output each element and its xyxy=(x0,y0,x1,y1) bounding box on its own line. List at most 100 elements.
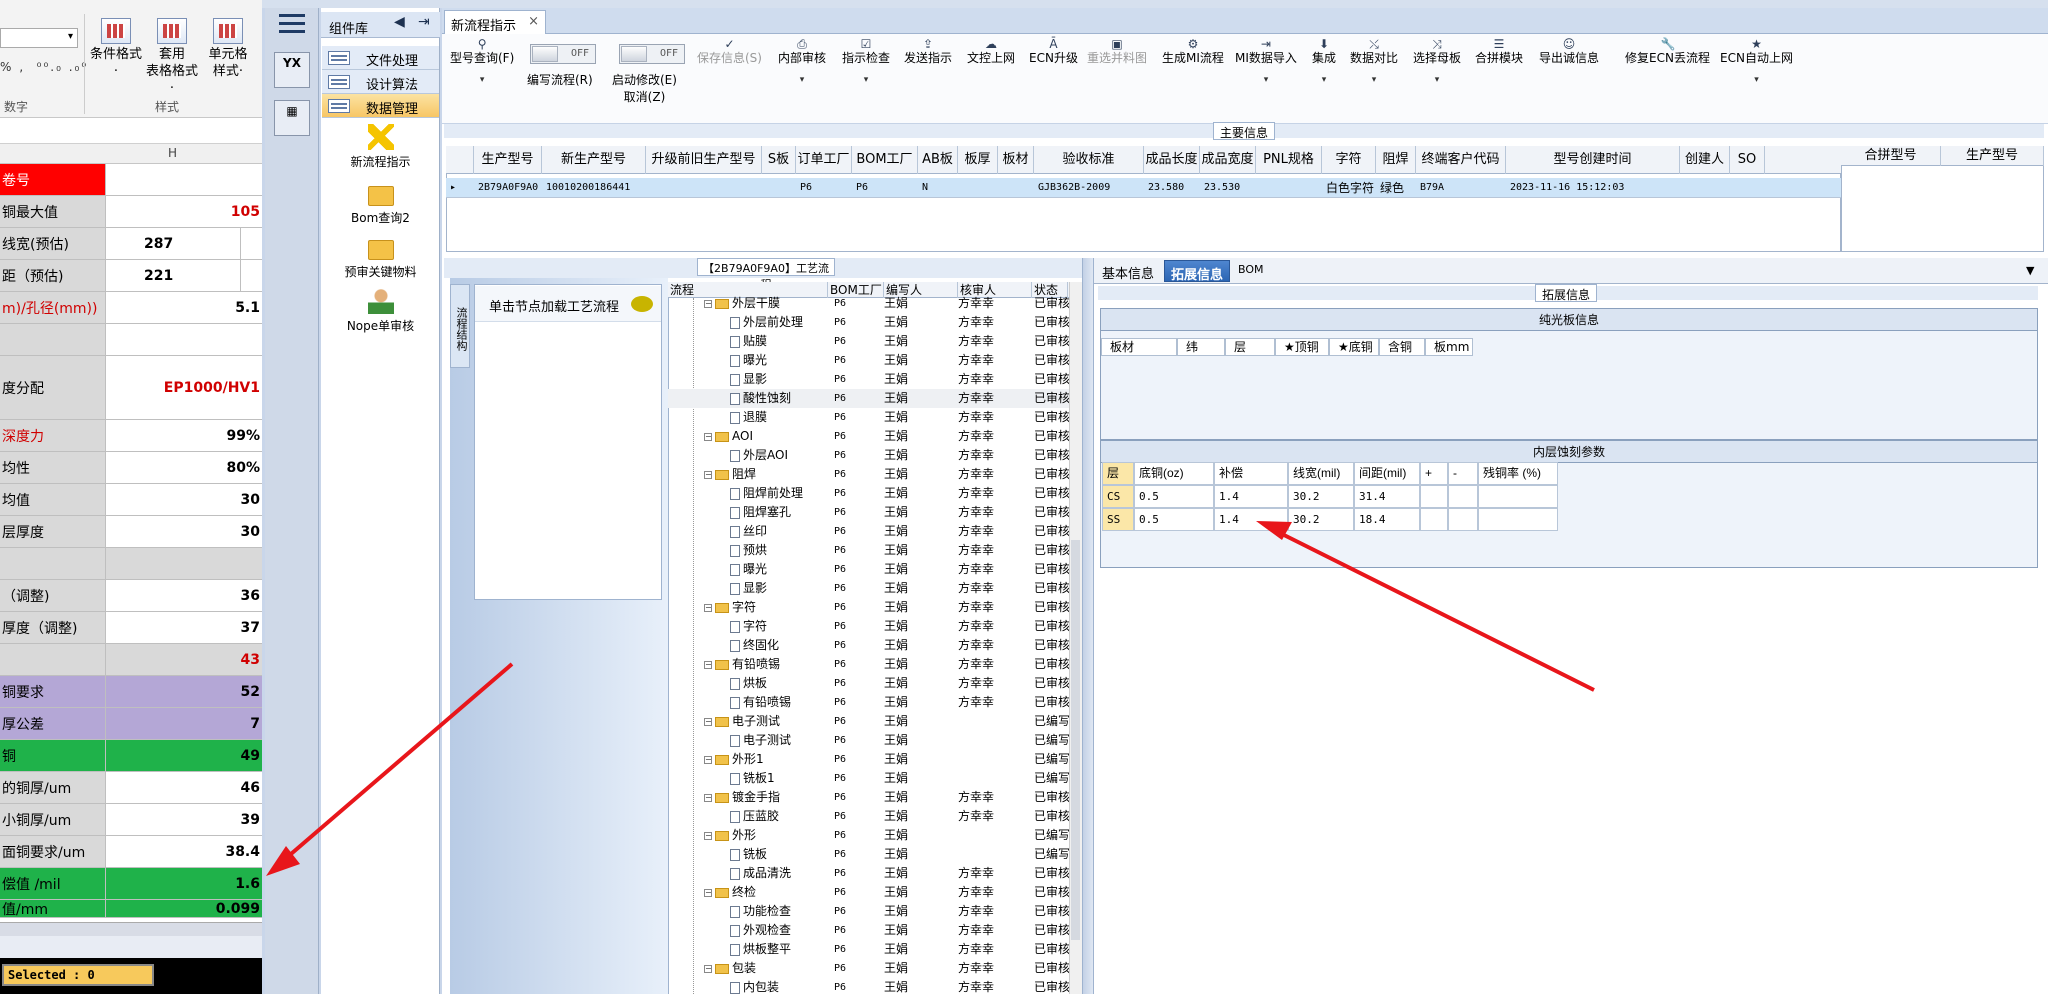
column-header[interactable]: 板材 xyxy=(998,146,1034,174)
toolbar-button[interactable]: ★ ECN自动上网 ▾ xyxy=(1720,38,1793,88)
toolbar-button[interactable]: ⎙ 内部审核 ▾ xyxy=(778,38,826,88)
list-item[interactable]: − 阻焊 P6 王娟 方幸幸 已审核 xyxy=(668,465,1082,484)
excel-cell-value[interactable]: 287 xyxy=(106,228,262,259)
column-header[interactable]: - xyxy=(1448,462,1478,485)
tree-node[interactable]: 退膜 xyxy=(730,408,828,427)
tab-bom[interactable]: BOM xyxy=(1232,260,1270,282)
excel-cell-label[interactable]: 值/mm xyxy=(0,900,106,917)
excel-cell-value[interactable] xyxy=(106,324,262,355)
list-item[interactable]: 外观检查 P6 王娟 方幸幸 已审核 xyxy=(668,921,1082,940)
excel-cell-value[interactable]: 30 xyxy=(106,516,262,547)
table-cell[interactable]: 30.2 xyxy=(1288,485,1354,508)
toolbar-button[interactable]: ⇥ MI数据导入 ▾ xyxy=(1235,38,1297,88)
table-cell[interactable]: 31.4 xyxy=(1354,485,1420,508)
expander-icon[interactable]: − xyxy=(704,470,712,479)
excel-cell-value[interactable]: 49 xyxy=(106,740,262,771)
table-cell[interactable]: N xyxy=(922,178,958,198)
excel-cell-label[interactable]: 卷号 xyxy=(0,164,106,195)
toolbar-button[interactable]: ⇪ 发送指示 xyxy=(904,38,952,66)
table-cell[interactable]: 0.5 xyxy=(1134,508,1214,531)
column-header[interactable]: 含铜 xyxy=(1379,338,1425,356)
list-item[interactable]: 铣板1 P6 王娟 已编写 xyxy=(668,769,1082,788)
column-header[interactable]: 验收标准 xyxy=(1034,146,1144,174)
expander-icon[interactable]: − xyxy=(704,964,712,973)
table-cell[interactable]: CS xyxy=(1102,485,1134,508)
column-header[interactable]: 生产型号 xyxy=(474,146,542,174)
excel-cell-value[interactable]: 221 xyxy=(106,260,262,291)
column-header[interactable]: 线宽(mil) xyxy=(1288,462,1354,485)
list-item[interactable]: − 电子测试 P6 王娟 已编写 xyxy=(668,712,1082,731)
column-header[interactable]: 终端客户代码 xyxy=(1416,146,1506,174)
dropdown-icon[interactable]: ▼ xyxy=(2026,264,2034,277)
column-header[interactable]: + xyxy=(1420,462,1448,485)
yx-app-icon[interactable]: YX xyxy=(274,52,310,88)
tree-node[interactable]: 显影 xyxy=(730,579,828,598)
tree-node[interactable]: − 镀金手指 xyxy=(704,788,828,807)
list-item[interactable]: 有铅喷锡 P6 王娟 方幸幸 已审核 xyxy=(668,693,1082,712)
column-header[interactable]: PNL规格 xyxy=(1256,146,1322,174)
table-cell[interactable] xyxy=(1420,508,1448,531)
column-header[interactable]: 残铜率 (%) xyxy=(1478,462,1558,485)
tab-basic-info[interactable]: 基本信息 xyxy=(1096,260,1160,282)
column-header[interactable]: 纬 xyxy=(1177,338,1225,356)
list-item[interactable]: − 外形1 P6 王娟 已编写 xyxy=(668,750,1082,769)
tree-node[interactable]: 烘板整平 xyxy=(730,940,828,959)
toolbar-button[interactable]: ☰ 合拼模块 xyxy=(1475,38,1523,66)
tree-node[interactable]: 有铅喷锡 xyxy=(730,693,828,712)
expander-icon[interactable]: − xyxy=(704,831,712,840)
scrollbar-thumb[interactable] xyxy=(1071,540,1080,940)
toggle-switch[interactable]: OFF xyxy=(619,44,685,64)
table-cell[interactable]: 10010200186441 xyxy=(546,178,646,198)
toolbar-button[interactable]: ⚙ 生成MI流程 xyxy=(1162,38,1224,66)
excel-cell-label[interactable]: 厚度（调整) xyxy=(0,612,106,643)
tree-node[interactable]: − 外形 xyxy=(704,826,828,845)
complib-item-design[interactable]: 设计算法 xyxy=(322,70,439,94)
pin-right-icon[interactable]: ⇥ xyxy=(418,14,430,30)
structure-side-tab[interactable]: 流程结构 xyxy=(450,284,470,368)
excel-cell-label[interactable]: 距（预估) xyxy=(0,260,106,291)
list-item[interactable]: 酸性蚀刻 P6 王娟 方幸幸 已审核 xyxy=(668,389,1082,408)
table-cell[interactable] xyxy=(1478,508,1558,531)
table-cell[interactable]: 30.2 xyxy=(1288,508,1354,531)
tree-node[interactable]: 外层AOI xyxy=(730,446,828,465)
excel-cell-value[interactable]: 105 xyxy=(106,196,262,227)
expander-icon[interactable]: − xyxy=(704,660,712,669)
tree-node[interactable]: − 有铅喷锡 xyxy=(704,655,828,674)
number-format-dropdown[interactable]: ▾ xyxy=(0,28,78,48)
tab-new-process[interactable]: 新流程指示 × xyxy=(444,10,546,34)
excel-cell-label[interactable] xyxy=(0,324,106,355)
excel-cell-label[interactable]: 深度力 xyxy=(0,420,106,451)
list-item[interactable]: − 镀金手指 P6 王娟 方幸幸 已审核 xyxy=(668,788,1082,807)
list-item[interactable]: − 外层干膜 P6 王娟 方幸幸 已审核 xyxy=(668,294,1082,313)
excel-cell-label[interactable]: m)/孔径(mm)) xyxy=(0,292,106,323)
number-format-buttons[interactable]: % ‚ ⁰⁰.₀ .₀⁰ xyxy=(0,60,86,82)
list-item[interactable]: 外层前处理 P6 王娟 方幸幸 已审核 xyxy=(668,313,1082,332)
excel-cell-label[interactable]: 铜最大值 xyxy=(0,196,106,227)
list-item[interactable]: 内包装 P6 王娟 方幸幸 已审核 xyxy=(668,978,1082,997)
expander-icon[interactable]: − xyxy=(704,888,712,897)
column-header[interactable]: 层 xyxy=(1102,462,1134,485)
column-header[interactable]: 新生产型号 xyxy=(542,146,646,174)
tree-node[interactable]: 字符 xyxy=(730,617,828,636)
list-item[interactable]: 退膜 P6 王娟 方幸幸 已审核 xyxy=(668,408,1082,427)
expander-icon[interactable]: − xyxy=(704,432,712,441)
table-cell[interactable] xyxy=(766,178,796,198)
column-header[interactable]: 成品长度 xyxy=(1144,146,1200,174)
table-cell[interactable]: SS xyxy=(1102,508,1134,531)
column-header[interactable]: 升级前旧生产型号 xyxy=(646,146,762,174)
column-header[interactable]: 补偿 xyxy=(1214,462,1288,485)
calculator-icon[interactable]: ▦ xyxy=(274,100,310,136)
list-item[interactable]: 功能检查 P6 王娟 方幸幸 已审核 xyxy=(668,902,1082,921)
toolbar-button[interactable]: Ā ECN升级 xyxy=(1029,38,1078,66)
table-cell[interactable] xyxy=(1684,178,1730,198)
excel-cell-value[interactable]: 5.1 xyxy=(106,292,262,323)
table-cell[interactable]: ▸ xyxy=(450,178,474,198)
table-cell[interactable]: 1.4 xyxy=(1214,508,1288,531)
list-item[interactable]: 压蓝胶 P6 王娟 方幸幸 已审核 xyxy=(668,807,1082,826)
table-cell[interactable] xyxy=(1420,485,1448,508)
tree-node[interactable]: 阻焊前处理 xyxy=(730,484,828,503)
column-header[interactable]: ★底铜 xyxy=(1329,338,1379,356)
tree-node[interactable]: − 外形1 xyxy=(704,750,828,769)
complib-item-file[interactable]: 文件处理 xyxy=(322,46,439,70)
table-cell[interactable]: 绿色 xyxy=(1380,178,1416,198)
